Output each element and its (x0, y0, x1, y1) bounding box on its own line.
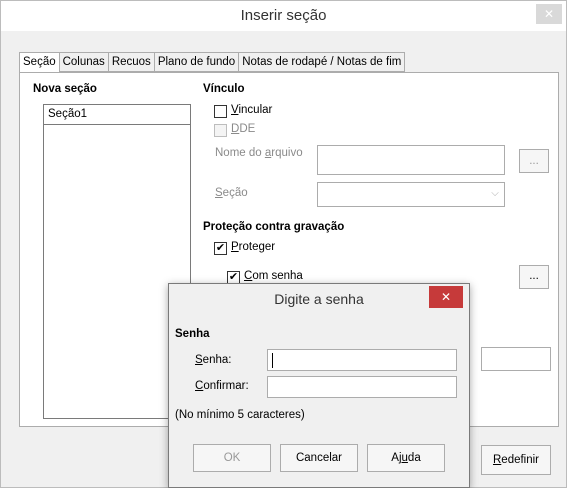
section-label: Seção (215, 187, 248, 199)
close-icon[interactable]: ✕ (429, 286, 463, 308)
close-icon[interactable]: ✕ (536, 4, 562, 24)
password-dialog: Digite a senha ✕ Senha Senha: Confirmar:… (168, 283, 470, 488)
password-label: Senha: (195, 354, 232, 366)
ok-button[interactable]: OK (193, 444, 271, 472)
hidden-input[interactable] (481, 347, 551, 371)
dde-checkbox[interactable] (214, 124, 227, 137)
tab-background[interactable]: Plano de fundo (153, 52, 239, 72)
protection-heading: Proteção contra gravação (203, 221, 345, 233)
filename-label: Nome do arquivo (215, 147, 303, 159)
link-heading: Vínculo (203, 83, 245, 95)
password-group-heading: Senha (175, 328, 210, 340)
password-hint: (No mínimo 5 caracteres) (175, 409, 305, 421)
protect-checkbox[interactable]: ✔ (214, 242, 227, 255)
tab-section[interactable]: Seção (19, 52, 59, 73)
link-label: Vincular (231, 104, 273, 116)
text-cursor (272, 353, 273, 368)
tab-bar: Seção Colunas Recuos Plano de fundo Nota… (19, 52, 406, 73)
new-section-heading: Nova seção (33, 83, 97, 95)
browse-button[interactable]: ... (519, 149, 549, 173)
password-button[interactable]: ... (519, 265, 549, 289)
tab-columns[interactable]: Colunas (58, 52, 108, 72)
confirm-input[interactable] (267, 376, 457, 398)
chevron-down-icon: ⌵ (491, 188, 499, 199)
section-name-input[interactable]: Seção1 (44, 105, 190, 125)
link-checkbox[interactable] (214, 105, 227, 118)
protect-label: Proteger (231, 241, 276, 253)
section-combo[interactable]: ⌵ (317, 182, 505, 207)
filename-input[interactable] (317, 145, 505, 175)
reset-button[interactable]: Redefinir (481, 445, 551, 475)
dde-label: DDE (231, 123, 256, 135)
with-password-label: Com senha (244, 270, 303, 282)
help-button[interactable]: Ajuda (367, 444, 445, 472)
confirm-label: Confirmar: (195, 380, 249, 392)
password-dialog-body: Senha Senha: Confirmar: (No mínimo 5 car… (169, 314, 469, 487)
password-input[interactable] (267, 349, 457, 371)
dialog-title: Inserir seção (1, 1, 566, 31)
tab-footnotes-endnotes[interactable]: Notas de rodapé / Notas de fim (238, 52, 406, 72)
tab-indents[interactable]: Recuos (107, 52, 154, 72)
cancel-button[interactable]: Cancelar (280, 444, 358, 472)
password-dialog-title: Digite a senha (169, 284, 469, 314)
